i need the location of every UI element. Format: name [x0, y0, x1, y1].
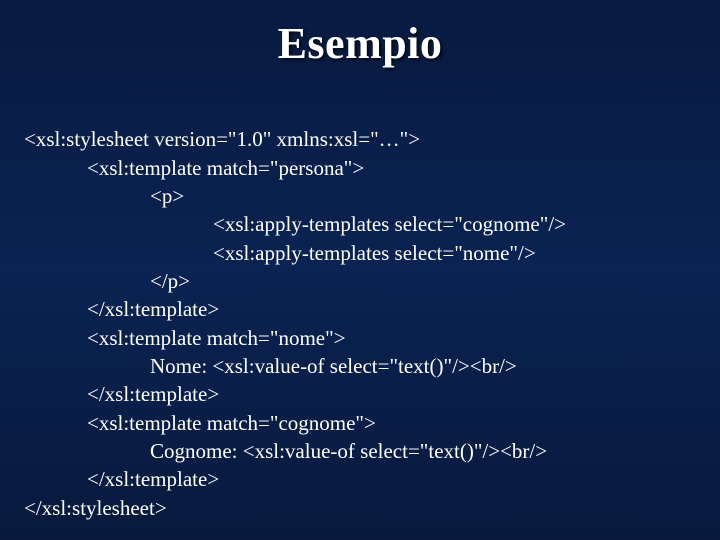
- code-block: <xsl:stylesheet version="1.0" xmlns:xsl=…: [24, 97, 696, 522]
- slide-title: Esempio: [24, 18, 696, 69]
- code-line: <xsl:template match="cognome">: [24, 411, 376, 435]
- code-line: Cognome: <xsl:value-of select="text()"/>…: [24, 439, 547, 463]
- code-line: Nome: <xsl:value-of select="text()"/><br…: [24, 354, 517, 378]
- code-line: <p>: [24, 184, 184, 208]
- code-line: </xsl:stylesheet>: [24, 496, 167, 520]
- code-line: <xsl:apply-templates select="cognome"/>: [24, 212, 566, 236]
- code-line: </xsl:template>: [24, 297, 219, 321]
- code-line: </xsl:template>: [24, 382, 219, 406]
- code-line: </xsl:template>: [24, 467, 219, 491]
- code-line: </p>: [24, 269, 190, 293]
- code-line: <xsl:template match="persona">: [24, 156, 364, 180]
- code-line: <xsl:stylesheet version="1.0" xmlns:xsl=…: [24, 127, 420, 151]
- code-line: <xsl:template match="nome">: [24, 326, 346, 350]
- code-line: <xsl:apply-templates select="nome"/>: [24, 241, 536, 265]
- slide: Esempio <xsl:stylesheet version="1.0" xm…: [0, 0, 720, 540]
